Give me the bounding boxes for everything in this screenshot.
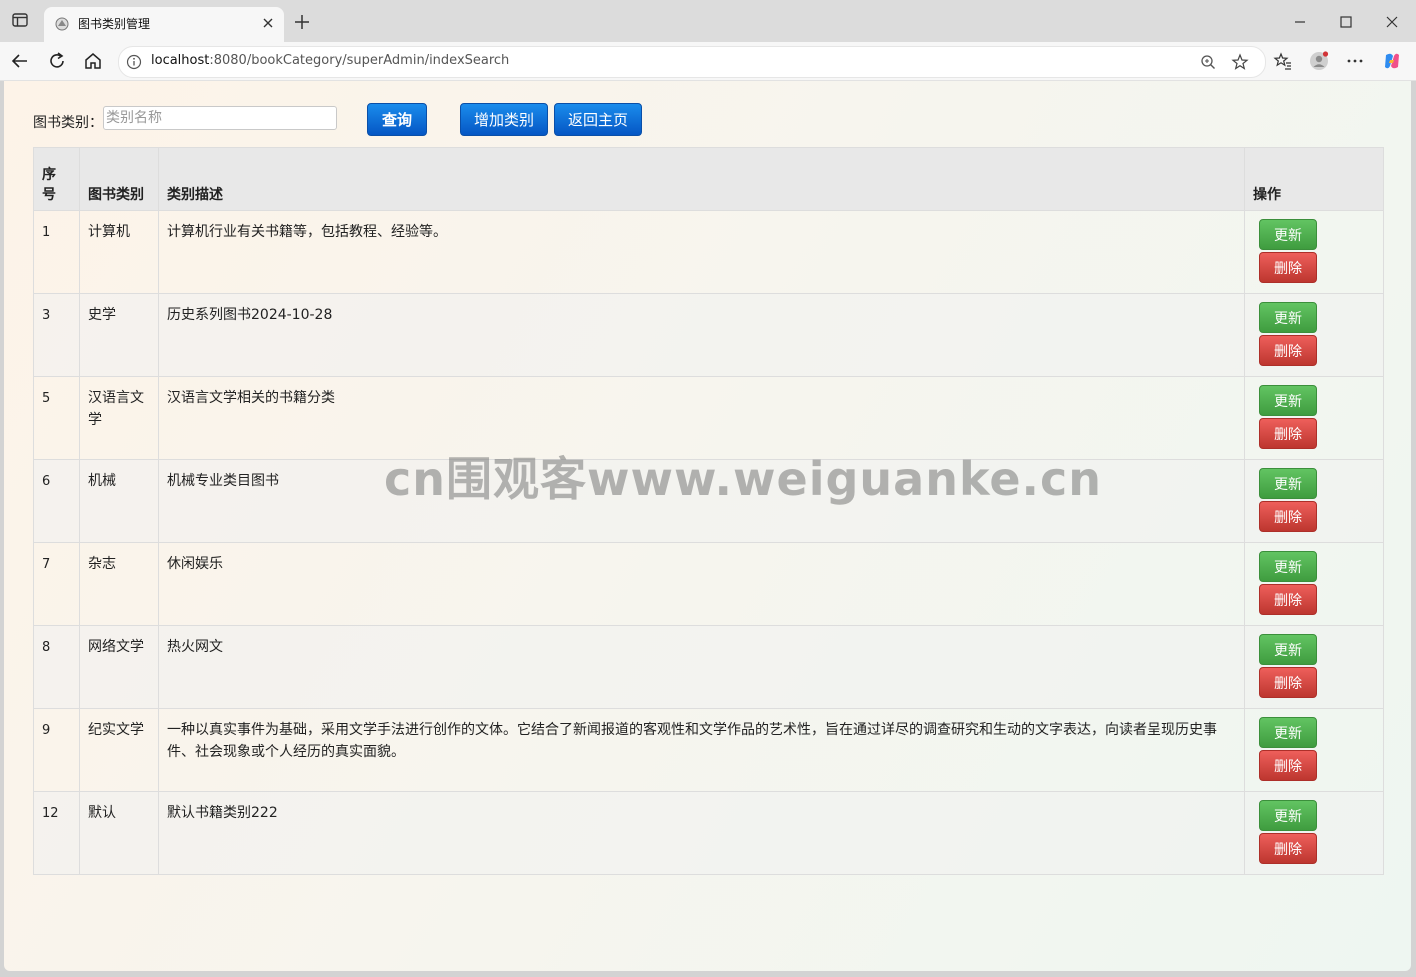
window-menu-icon[interactable] [12, 13, 28, 27]
row-category: 网络文学 [79, 625, 159, 709]
browser-tab[interactable]: 图书类别管理 [44, 7, 284, 42]
header-description: 类别描述 [158, 147, 1245, 211]
update-button[interactable]: 更新 [1259, 219, 1317, 250]
add-category-button[interactable]: 增加类别 [460, 103, 548, 136]
delete-button[interactable]: 删除 [1259, 833, 1317, 864]
row-id: 6 [33, 459, 80, 543]
row-actions: 更新 删除 [1244, 625, 1384, 709]
more-options-icon[interactable] [1345, 51, 1365, 71]
table-row: 9 纪实文学 一种以真实事件为基础，采用文学手法进行创作的文体。它结合了新闻报道的客… [33, 708, 1384, 792]
browser-toolbar: localhost:8080/bookCategory/superAdmin/i… [0, 42, 1416, 81]
table-row: 3 史学 历史系列图书2024-10-28 更新 删除 [33, 293, 1384, 377]
page-viewport: 图书类别： 查询 增加类别 返回主页 序号 图书类别 类别描述 操作 1计算机计… [4, 81, 1411, 971]
favorite-star-icon[interactable] [1231, 53, 1249, 71]
close-tab-icon[interactable] [259, 14, 277, 32]
table-row: 1 计算机 计算机行业有关书籍等，包括教程、经验等。 更新 删除 [33, 210, 1384, 294]
table-header-row: 序号 图书类别 类别描述 操作 [33, 147, 1384, 211]
browser-tab-bar: 图书类别管理 [0, 0, 1416, 42]
row-description: 计算机行业有关书籍等，包括教程、经验等。 [158, 210, 1245, 294]
address-bar[interactable]: localhost:8080/bookCategory/superAdmin/i… [118, 46, 1266, 78]
update-button[interactable]: 更新 [1259, 634, 1317, 665]
header-id: 序号 [33, 147, 80, 211]
row-description: 一种以真实事件为基础，采用文学手法进行创作的文体。它结合了新闻报道的客观性和文学… [158, 708, 1245, 792]
row-category: 计算机 [79, 210, 159, 294]
update-button[interactable]: 更新 [1259, 385, 1317, 416]
row-id: 3 [33, 293, 80, 377]
update-button[interactable]: 更新 [1259, 551, 1317, 582]
delete-button[interactable]: 删除 [1259, 501, 1317, 532]
table-row: 7 杂志 休闲娱乐 更新 删除 [33, 542, 1384, 626]
url-host: localhost [151, 53, 210, 68]
delete-button[interactable]: 删除 [1259, 750, 1317, 781]
zoom-icon[interactable] [1199, 53, 1217, 71]
table-row: 6 机械 机械专业类目图书 更新 删除 [33, 459, 1384, 543]
row-actions: 更新 删除 [1244, 293, 1384, 377]
update-button[interactable]: 更新 [1259, 302, 1317, 333]
profile-avatar-icon[interactable] [1309, 51, 1329, 71]
reload-icon[interactable] [46, 50, 68, 72]
favorites-list-icon[interactable] [1273, 51, 1293, 71]
table-row: 8 网络文学 热火网文 更新 删除 [33, 625, 1384, 709]
row-category: 纪实文学 [79, 708, 159, 792]
delete-button[interactable]: 删除 [1259, 252, 1317, 283]
row-id: 12 [33, 791, 80, 875]
row-description: 休闲娱乐 [158, 542, 1245, 626]
update-button[interactable]: 更新 [1259, 717, 1317, 748]
maximize-icon[interactable] [1336, 12, 1356, 32]
header-category: 图书类别 [79, 147, 159, 211]
copilot-icon[interactable] [1382, 51, 1402, 71]
row-description: 机械专业类目图书 [158, 459, 1245, 543]
back-icon[interactable] [9, 50, 31, 72]
back-to-home-button[interactable]: 返回主页 [554, 103, 642, 136]
search-label: 图书类别： [33, 115, 103, 131]
category-name-input[interactable] [103, 106, 337, 130]
query-button[interactable]: 查询 [367, 103, 427, 136]
close-window-icon[interactable] [1382, 12, 1402, 32]
delete-button[interactable]: 删除 [1259, 667, 1317, 698]
search-form: 图书类别： 查询 增加类别 返回主页 [33, 103, 733, 137]
row-actions: 更新 删除 [1244, 542, 1384, 626]
row-actions: 更新 删除 [1244, 210, 1384, 294]
new-tab-icon[interactable] [292, 12, 312, 32]
row-id: 5 [33, 376, 80, 460]
row-id: 7 [33, 542, 80, 626]
row-category: 机械 [79, 459, 159, 543]
delete-button[interactable]: 删除 [1259, 418, 1317, 449]
row-actions: 更新 删除 [1244, 376, 1384, 460]
url-text[interactable]: localhost:8080/bookCategory/superAdmin/i… [151, 53, 509, 68]
page-favicon-icon [55, 17, 69, 31]
delete-button[interactable]: 删除 [1259, 335, 1317, 366]
update-button[interactable]: 更新 [1259, 800, 1317, 831]
row-id: 9 [33, 708, 80, 792]
category-table: 序号 图书类别 类别描述 操作 1 计算机 计算机行业有关书籍等，包括教程、经验等。… [33, 147, 1384, 875]
update-button[interactable]: 更新 [1259, 468, 1317, 499]
row-id: 1 [33, 210, 80, 294]
row-description: 默认书籍类别222 [158, 791, 1245, 875]
row-actions: 更新 删除 [1244, 708, 1384, 792]
row-description: 热火网文 [158, 625, 1245, 709]
row-category: 史学 [79, 293, 159, 377]
row-actions: 更新 删除 [1244, 791, 1384, 875]
row-description: 汉语言文学相关的书籍分类 [158, 376, 1245, 460]
url-path: :8080/bookCategory/superAdmin/indexSearc… [209, 53, 510, 68]
home-icon[interactable] [82, 50, 104, 72]
row-description: 历史系列图书2024-10-28 [158, 293, 1245, 377]
row-id: 8 [33, 625, 80, 709]
tab-title: 图书类别管理 [78, 17, 151, 31]
row-category: 汉语言文学 [79, 376, 159, 460]
site-info-icon[interactable] [126, 54, 142, 70]
delete-button[interactable]: 删除 [1259, 584, 1317, 615]
row-category: 杂志 [79, 542, 159, 626]
row-category: 默认 [79, 791, 159, 875]
row-actions: 更新 删除 [1244, 459, 1384, 543]
table-row: 12 默认 默认书籍类别222 更新 删除 [33, 791, 1384, 875]
minimize-icon[interactable] [1290, 12, 1310, 32]
header-actions: 操作 [1244, 147, 1384, 211]
table-row: 5 汉语言文学 汉语言文学相关的书籍分类 更新 删除 [33, 376, 1384, 460]
